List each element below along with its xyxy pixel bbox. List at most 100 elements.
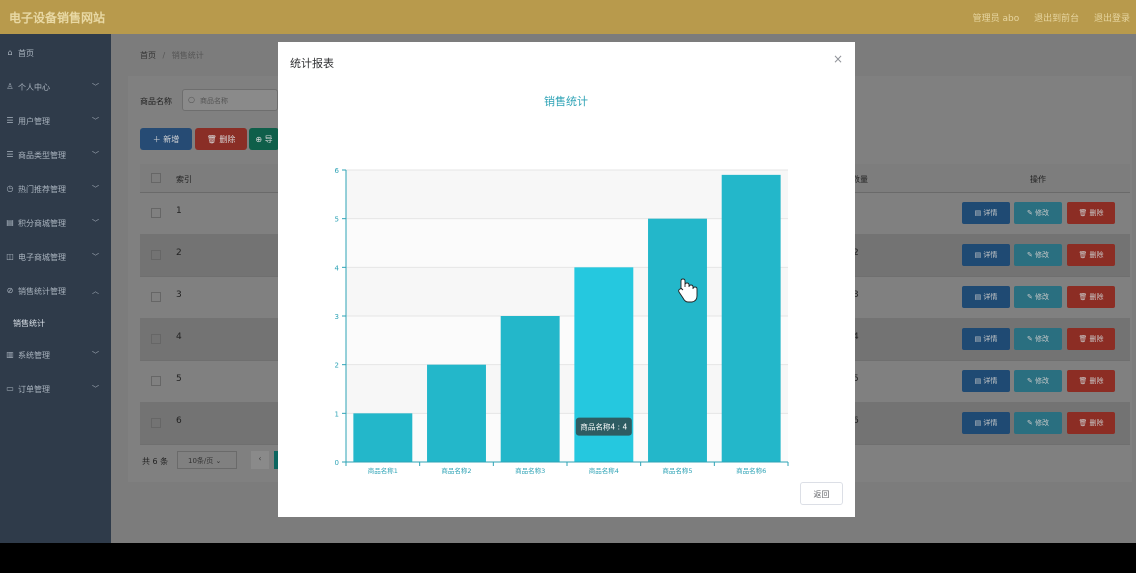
sidebar-item-home[interactable]: ⌂ 首页 [0, 44, 111, 64]
tooltip-text: 商品名称4 : 4 [580, 422, 627, 432]
top-bar: 电子设备销售网站 管理员 abo 退出到前台 退出登录 [0, 0, 1136, 34]
edit-button[interactable]: ✎ 修改 [1014, 244, 1062, 266]
row-checkbox[interactable] [151, 334, 161, 344]
bar [353, 413, 413, 462]
clock-icon: ◷ [6, 184, 14, 193]
y-tick-label: 0 [335, 459, 339, 467]
row-delete-button[interactable]: 🗑 删除 [1067, 412, 1115, 434]
row-index: 4 [176, 332, 182, 342]
detail-button[interactable]: ▤ 详情 [962, 286, 1010, 308]
pager-prev-button[interactable]: ‹ [251, 451, 269, 469]
back-button[interactable]: 返回 [800, 482, 843, 505]
search-label: 商品名称 [140, 97, 172, 106]
top-links: 管理员 abo 退出到前台 退出登录 [961, 11, 1130, 24]
box-icon: ◫ [6, 252, 14, 261]
sidebar-subitem-sales-stats[interactable]: 销售统计 [13, 318, 45, 329]
chevron-down-icon: ﹀ [92, 117, 99, 125]
row-index: 6 [176, 416, 182, 426]
edit-button[interactable]: ✎ 修改 [1014, 286, 1062, 308]
x-tick-label: 商品名称5 [662, 466, 692, 475]
chevron-down-icon: ﹀ [92, 185, 99, 193]
detail-button[interactable]: ▤ 详情 [962, 244, 1010, 266]
detail-button[interactable]: ▤ 详情 [962, 370, 1010, 392]
row-checkbox[interactable] [151, 208, 161, 218]
chevron-down-icon: ﹀ [92, 219, 99, 227]
sidebar: ⌂ 首页 ♙ 个人中心 ﹀ ☰ 用户管理 ﹀ ☰ 商品类型管理 ﹀ ◷ 热门推荐管理 ﹀ ▤ 积分商… [0, 34, 111, 543]
export-button[interactable]: ⊕ 导 [249, 128, 279, 150]
front-link[interactable]: 退出到前台 [1034, 14, 1079, 24]
sidebar-item-profile[interactable]: ♙ 个人中心 ﹀ [0, 78, 111, 98]
sales-chart: 销售统计 0 1 2 3 4 5 6 商品名称1 商品名称2 商品名称3 商品名称4 商品名称5 商品名… [335, 94, 789, 475]
edit-button[interactable]: ✎ 修改 [1014, 328, 1062, 350]
sidebar-item-orders[interactable]: ▭ 订单管理 ﹀ [0, 380, 111, 400]
sidebar-item-label: 商品类型管理 [18, 151, 66, 160]
sidebar-item-label: 电子商城管理 [18, 253, 66, 262]
pager-total: 共 6 条 [142, 457, 169, 466]
row-index: 5 [176, 374, 182, 384]
row-index: 1 [176, 206, 182, 216]
add-button[interactable]: ＋ 新增 [140, 128, 192, 150]
user-icon: ♙ [6, 82, 14, 91]
row-delete-button[interactable]: 🗑 删除 [1067, 244, 1115, 266]
row-index: 2 [176, 248, 182, 258]
edit-button[interactable]: ✎ 修改 [1014, 412, 1062, 434]
x-tick-label: 商品名称2 [441, 466, 471, 475]
edit-button[interactable]: ✎ 修改 [1014, 202, 1062, 224]
search-icon: ○ [188, 95, 195, 104]
search-input[interactable]: ○ 商品名称 [182, 89, 278, 111]
breadcrumb: 首页 / 销售统计 [140, 50, 204, 61]
sidebar-item-label: 用户管理 [18, 117, 50, 126]
close-icon[interactable]: × [833, 52, 843, 66]
sidebar-item-sales-stats[interactable]: ⊘ 销售统计管理 ︿ [0, 282, 111, 302]
delete-button[interactable]: 🗑 删除 [195, 128, 247, 150]
y-tick-label: 1 [335, 410, 339, 418]
detail-button[interactable]: ▤ 详情 [962, 202, 1010, 224]
breadcrumb-current: 销售统计 [171, 51, 204, 60]
y-tick-label: 3 [335, 313, 339, 321]
bar [500, 316, 560, 462]
row-delete-button[interactable]: 🗑 删除 [1067, 202, 1115, 224]
header-index: 索引 [176, 175, 192, 184]
sidebar-item-users[interactable]: ☰ 用户管理 ﹀ [0, 112, 111, 132]
row-delete-button[interactable]: 🗑 删除 [1067, 286, 1115, 308]
chevron-down-icon: ﹀ [92, 385, 99, 393]
header-actions: 操作 [1030, 175, 1046, 184]
sidebar-item-system[interactable]: ▥ 系统管理 ﹀ [0, 346, 111, 366]
doc-icon: ▤ [6, 218, 14, 227]
sidebar-item-label: 积分商城管理 [18, 219, 66, 228]
sidebar-item-e-mall[interactable]: ◫ 电子商城管理 ﹀ [0, 248, 111, 268]
page-size-select[interactable]: 10条/页 ⌄ [177, 451, 237, 469]
breadcrumb-home[interactable]: 首页 [140, 51, 156, 60]
chart-tooltip: 商品名称4 : 4 [575, 417, 632, 436]
y-tick-label: 4 [335, 264, 340, 272]
row-checkbox[interactable] [151, 418, 161, 428]
chevron-down-icon: ﹀ [92, 253, 99, 261]
detail-button[interactable]: ▤ 详情 [962, 328, 1010, 350]
y-tick-label: 5 [335, 216, 339, 224]
detail-button[interactable]: ▤ 详情 [962, 412, 1010, 434]
stats-dialog: 统计报表 × 销售统计 0 1 2 3 4 5 6 商品名称1 商品名称2 商品名称3 商品名称4 商… [278, 42, 855, 517]
chevron-down-icon: ﹀ [92, 83, 99, 91]
sidebar-item-hot[interactable]: ◷ 热门推荐管理 ﹀ [0, 180, 111, 200]
row-checkbox[interactable] [151, 250, 161, 260]
select-all-checkbox[interactable] [151, 173, 161, 183]
bar [427, 364, 486, 462]
logout-link[interactable]: 退出登录 [1094, 14, 1130, 24]
row-delete-button[interactable]: 🗑 删除 [1067, 328, 1115, 350]
row-checkbox[interactable] [151, 292, 161, 302]
y-tick-label: 6 [335, 167, 340, 175]
chart-title: 销售统计 [544, 94, 588, 108]
sidebar-item-points-mall[interactable]: ▤ 积分商城管理 ﹀ [0, 214, 111, 234]
dialog-title: 统计报表 [290, 57, 334, 70]
sidebar-item-label: 销售统计管理 [18, 287, 66, 296]
row-checkbox[interactable] [151, 376, 161, 386]
breadcrumb-separator: / [162, 51, 166, 60]
chevron-down-icon: ﹀ [92, 151, 99, 159]
x-tick-label: 商品名称6 [736, 466, 766, 475]
list-icon: ☰ [6, 116, 14, 125]
row-delete-button[interactable]: 🗑 删除 [1067, 370, 1115, 392]
admin-label: 管理员 abo [972, 14, 1020, 24]
sidebar-item-product-types[interactable]: ☰ 商品类型管理 ﹀ [0, 146, 111, 166]
chart-icon: ▥ [6, 350, 14, 359]
edit-button[interactable]: ✎ 修改 [1014, 370, 1062, 392]
